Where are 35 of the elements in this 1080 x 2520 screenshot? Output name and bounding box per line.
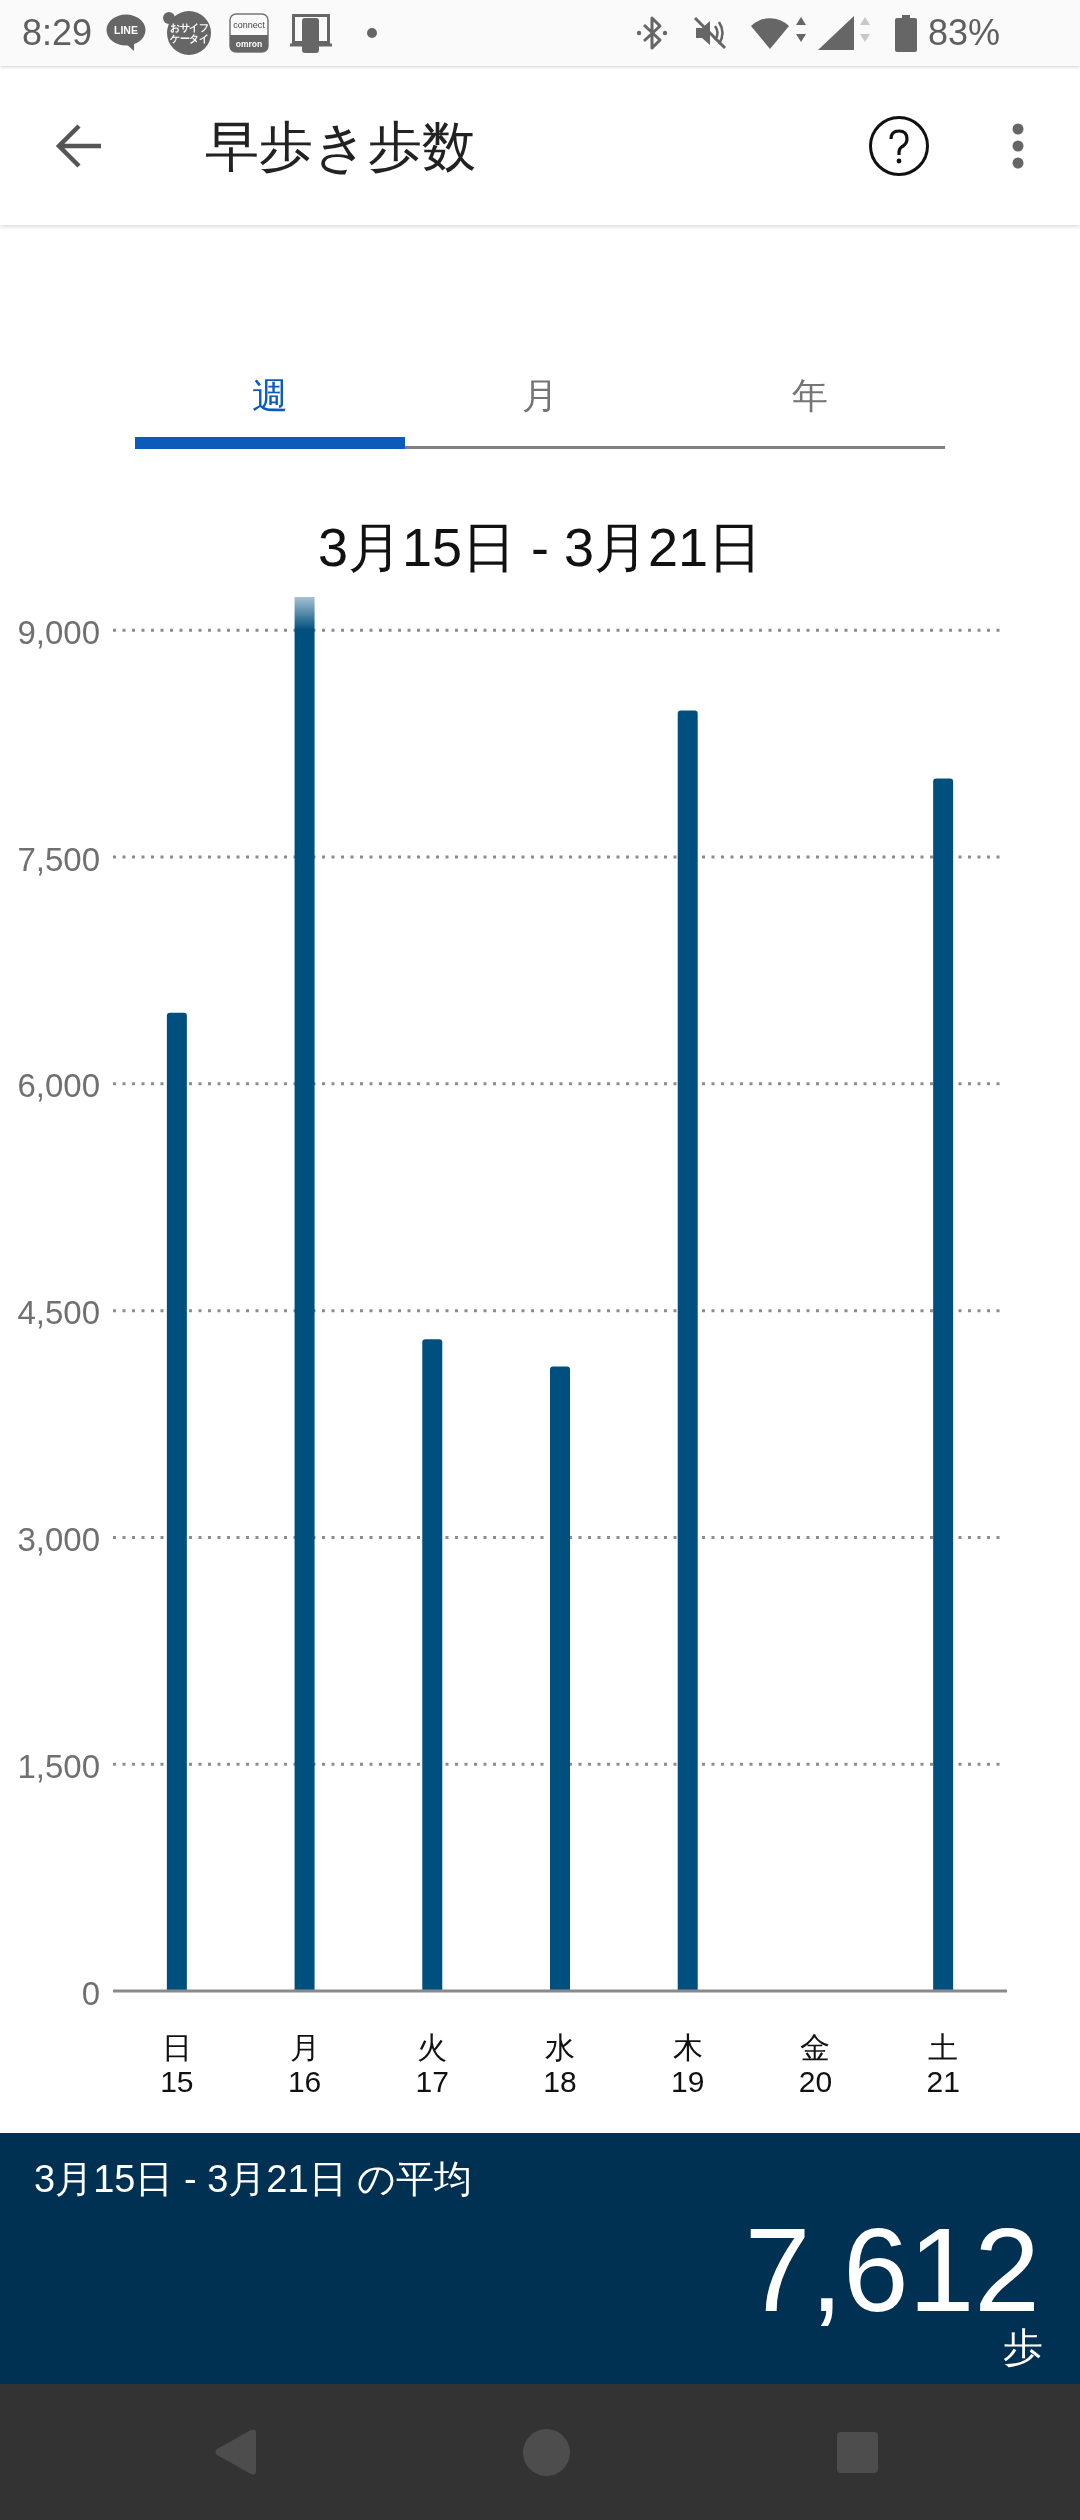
bluetooth-icon [635, 14, 668, 52]
average-steps-value: 7,612 [744, 2214, 1040, 2326]
muted-speaker-icon [691, 15, 728, 51]
steps-unit: 歩 [1003, 2327, 1043, 2367]
x-axis-label: 木 19 [671, 2031, 705, 2099]
battery-percentage: 83% [927, 13, 1000, 53]
x-axis-label: 土 21 [926, 2031, 960, 2099]
more-options-icon [1011, 122, 1025, 169]
y-axis-label: 0 [81, 1974, 100, 2012]
period-tab[interactable]: 月 [405, 360, 675, 449]
date-range-title: 3月15日 - 3月21日 [317, 517, 763, 577]
y-axis-label: 3,000 [17, 1520, 100, 1558]
help-icon [868, 114, 930, 177]
y-axis-label: 6,000 [17, 1067, 100, 1105]
y-axis-label: 7,500 [17, 840, 100, 878]
clock-time: 8:29 [22, 13, 93, 53]
y-axis-label: 4,500 [17, 1294, 100, 1332]
signal-icon [817, 15, 873, 51]
wifi-icon [750, 15, 809, 51]
app-tile-icon: connect omron [229, 13, 270, 53]
y-axis-label: 9,000 [17, 613, 100, 651]
notification-dot-icon [367, 28, 378, 38]
period-tab[interactable]: 週 [135, 360, 405, 449]
y-axis-label: 1,500 [17, 1747, 100, 1785]
x-axis-label: 金 20 [798, 2031, 833, 2099]
battery-icon [893, 14, 918, 52]
x-axis-label: 火 17 [415, 2031, 449, 2099]
screen-title: 早歩き歩数 [205, 114, 477, 178]
x-axis-label: 日 15 [160, 2031, 194, 2099]
x-axis-label: 月 16 [287, 2031, 322, 2099]
x-axis-label: 水 18 [543, 2031, 577, 2099]
average-label: 3月15日 - 3月21日 の平均 [34, 2158, 473, 2200]
phone-and-screen-icon [290, 13, 333, 53]
period-tab[interactable]: 年 [675, 360, 945, 449]
back-arrow-icon [55, 122, 103, 169]
